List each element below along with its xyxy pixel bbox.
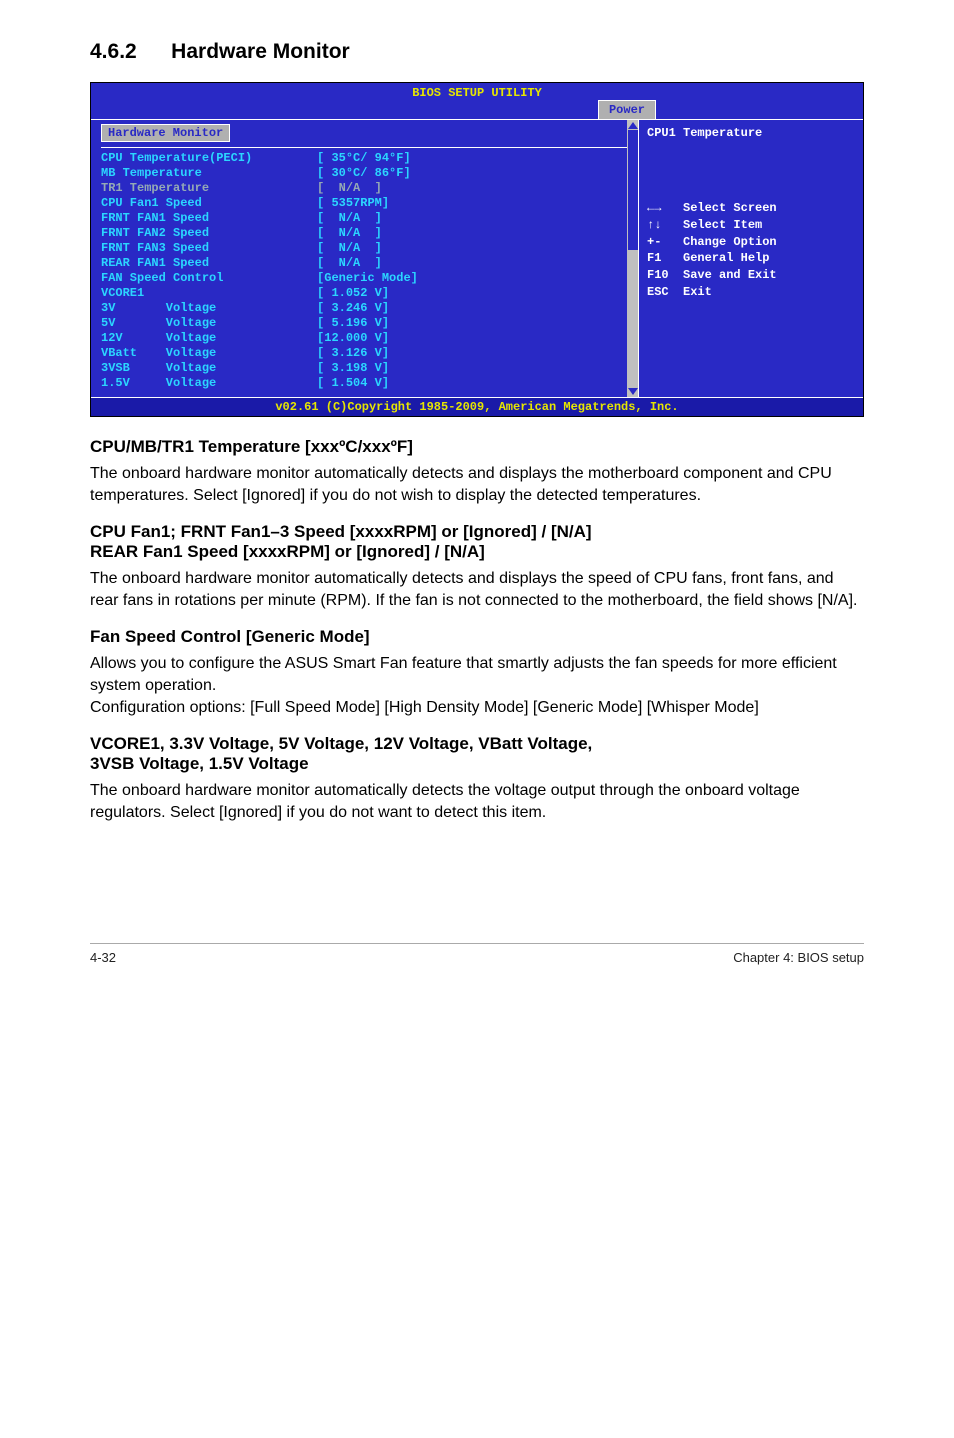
bios-row-value: [ 5357RPM] [317, 196, 389, 210]
bios-tabbar: Power [91, 100, 863, 119]
bios-row-value: [ 5.196 V] [317, 316, 389, 330]
scroll-down-icon[interactable] [628, 388, 638, 395]
bios-row-label: CPU Fan1 Speed [101, 196, 317, 210]
bios-row-label: REAR FAN1 Speed [101, 256, 317, 270]
nav-save-exit: F10 Save and Exit [647, 268, 777, 282]
bios-rows: CPU Temperature(PECI) [ 35°C/ 94°F]MB Te… [101, 151, 638, 391]
bios-row-label: VCORE1 [101, 286, 317, 300]
section-title: Hardware Monitor [171, 40, 350, 63]
sub2-heading-a: CPU Fan1; FRNT Fan1–3 Speed [xxxxRPM] or… [90, 522, 864, 542]
bios-header: BIOS SETUP UTILITY Power [91, 83, 863, 119]
bios-help-panel: CPU1 Temperature ←→ Select Screen ↑↓ Sel… [638, 120, 863, 397]
bios-row-label: 3VSB Voltage [101, 361, 317, 375]
bios-row-value: [12.000 V] [317, 331, 389, 345]
bios-row[interactable]: 1.5V Voltage [ 1.504 V] [101, 376, 638, 391]
bios-row-value: [ N/A ] [317, 226, 382, 240]
bios-row-value: [ N/A ] [317, 241, 382, 255]
nav-change-option: +- Change Option [647, 235, 777, 249]
sub3-body2: Configuration options: [Full Speed Mode]… [90, 697, 864, 719]
divider [101, 147, 627, 148]
sub3-heading: Fan Speed Control [Generic Mode] [90, 627, 864, 647]
chapter-label: Chapter 4: BIOS setup [733, 950, 864, 965]
bios-row-label: MB Temperature [101, 166, 317, 180]
bios-row-value: [ 3.246 V] [317, 301, 389, 315]
bios-row-value: [ 1.504 V] [317, 376, 389, 390]
bios-row[interactable]: 3VSB Voltage [ 3.198 V] [101, 361, 638, 376]
nav-general-help: F1 General Help [647, 251, 769, 265]
bios-row-value: [ 3.198 V] [317, 361, 389, 375]
bios-row-label: VBatt Voltage [101, 346, 317, 360]
bios-row[interactable]: REAR FAN1 Speed [ N/A ] [101, 256, 638, 271]
sub1-heading: CPU/MB/TR1 Temperature [xxxºC/xxxºF] [90, 437, 864, 457]
section-heading: 4.6.2 Hardware Monitor [90, 40, 864, 64]
bios-row-label: 1.5V Voltage [101, 376, 317, 390]
page-number: 4-32 [90, 950, 116, 965]
bios-left-panel: Hardware Monitor CPU Temperature(PECI) [… [91, 120, 638, 397]
bios-row-value: [ 30°C/ 86°F] [317, 166, 411, 180]
sub1-body: The onboard hardware monitor automatical… [90, 463, 864, 506]
bios-body: Hardware Monitor CPU Temperature(PECI) [… [91, 119, 863, 397]
bios-row-value: [ N/A ] [317, 211, 382, 225]
sub2-body: The onboard hardware monitor automatical… [90, 568, 864, 611]
sub3-body1: Allows you to configure the ASUS Smart F… [90, 653, 864, 696]
bios-title: BIOS SETUP UTILITY [91, 86, 863, 100]
bios-row-label: 3V Voltage [101, 301, 317, 315]
scroll-thumb[interactable] [628, 130, 638, 250]
bios-row-label: CPU Temperature(PECI) [101, 151, 317, 165]
sub4-body: The onboard hardware monitor automatical… [90, 780, 864, 823]
bios-panel-title: Hardware Monitor [101, 124, 230, 142]
bios-row[interactable]: FRNT FAN1 Speed [ N/A ] [101, 211, 638, 226]
bios-row[interactable]: FAN Speed Control [Generic Mode] [101, 271, 638, 286]
bios-row-label: FRNT FAN2 Speed [101, 226, 317, 240]
bios-row-value: [Generic Mode] [317, 271, 418, 285]
bios-row-label: 5V Voltage [101, 316, 317, 330]
bios-row-label: FRNT FAN1 Speed [101, 211, 317, 225]
bios-row[interactable]: 12V Voltage [12.000 V] [101, 331, 638, 346]
bios-row[interactable]: VCORE1 [ 1.052 V] [101, 286, 638, 301]
nav-help: ←→ Select Screen ↑↓ Select Item +- Chang… [647, 200, 855, 301]
bios-screenshot: BIOS SETUP UTILITY Power Hardware Monito… [90, 82, 864, 417]
section-number: 4.6.2 [90, 40, 137, 63]
bios-row[interactable]: VBatt Voltage [ 3.126 V] [101, 346, 638, 361]
bios-row-value: [ N/A ] [317, 181, 382, 195]
bios-row[interactable]: CPU Temperature(PECI) [ 35°C/ 94°F] [101, 151, 638, 166]
bios-row[interactable]: 3V Voltage [ 3.246 V] [101, 301, 638, 316]
nav-exit: ESC Exit [647, 285, 712, 299]
bios-row[interactable]: CPU Fan1 Speed [ 5357RPM] [101, 196, 638, 211]
bios-row[interactable]: 5V Voltage [ 5.196 V] [101, 316, 638, 331]
sub4-heading-b: 3VSB Voltage, 1.5V Voltage [90, 754, 864, 774]
sub2-heading-b: REAR Fan1 Speed [xxxxRPM] or [Ignored] /… [90, 542, 864, 562]
nav-select-screen: ←→ Select Screen [647, 201, 777, 215]
scroll-up-icon[interactable] [628, 122, 638, 129]
bios-tab-power[interactable]: Power [598, 100, 656, 119]
nav-select-item: ↑↓ Select Item [647, 218, 762, 232]
sub4-heading-a: VCORE1, 3.3V Voltage, 5V Voltage, 12V Vo… [90, 734, 864, 754]
bios-row[interactable]: MB Temperature [ 30°C/ 86°F] [101, 166, 638, 181]
bios-row-label: FRNT FAN3 Speed [101, 241, 317, 255]
bios-row[interactable]: TR1 Temperature [ N/A ] [101, 181, 638, 196]
bios-row[interactable]: FRNT FAN3 Speed [ N/A ] [101, 241, 638, 256]
bios-row-value: [ 3.126 V] [317, 346, 389, 360]
help-title: CPU1 Temperature [647, 126, 855, 140]
page-footer: 4-32 Chapter 4: BIOS setup [90, 943, 864, 965]
bios-footer: v02.61 (C)Copyright 1985-2009, American … [91, 397, 863, 416]
bios-row[interactable]: FRNT FAN2 Speed [ N/A ] [101, 226, 638, 241]
bios-row-value: [ 1.052 V] [317, 286, 389, 300]
bios-row-value: [ N/A ] [317, 256, 382, 270]
bios-row-label: FAN Speed Control [101, 271, 317, 285]
bios-row-label: TR1 Temperature [101, 181, 317, 195]
bios-row-value: [ 35°C/ 94°F] [317, 151, 411, 165]
bios-row-label: 12V Voltage [101, 331, 317, 345]
